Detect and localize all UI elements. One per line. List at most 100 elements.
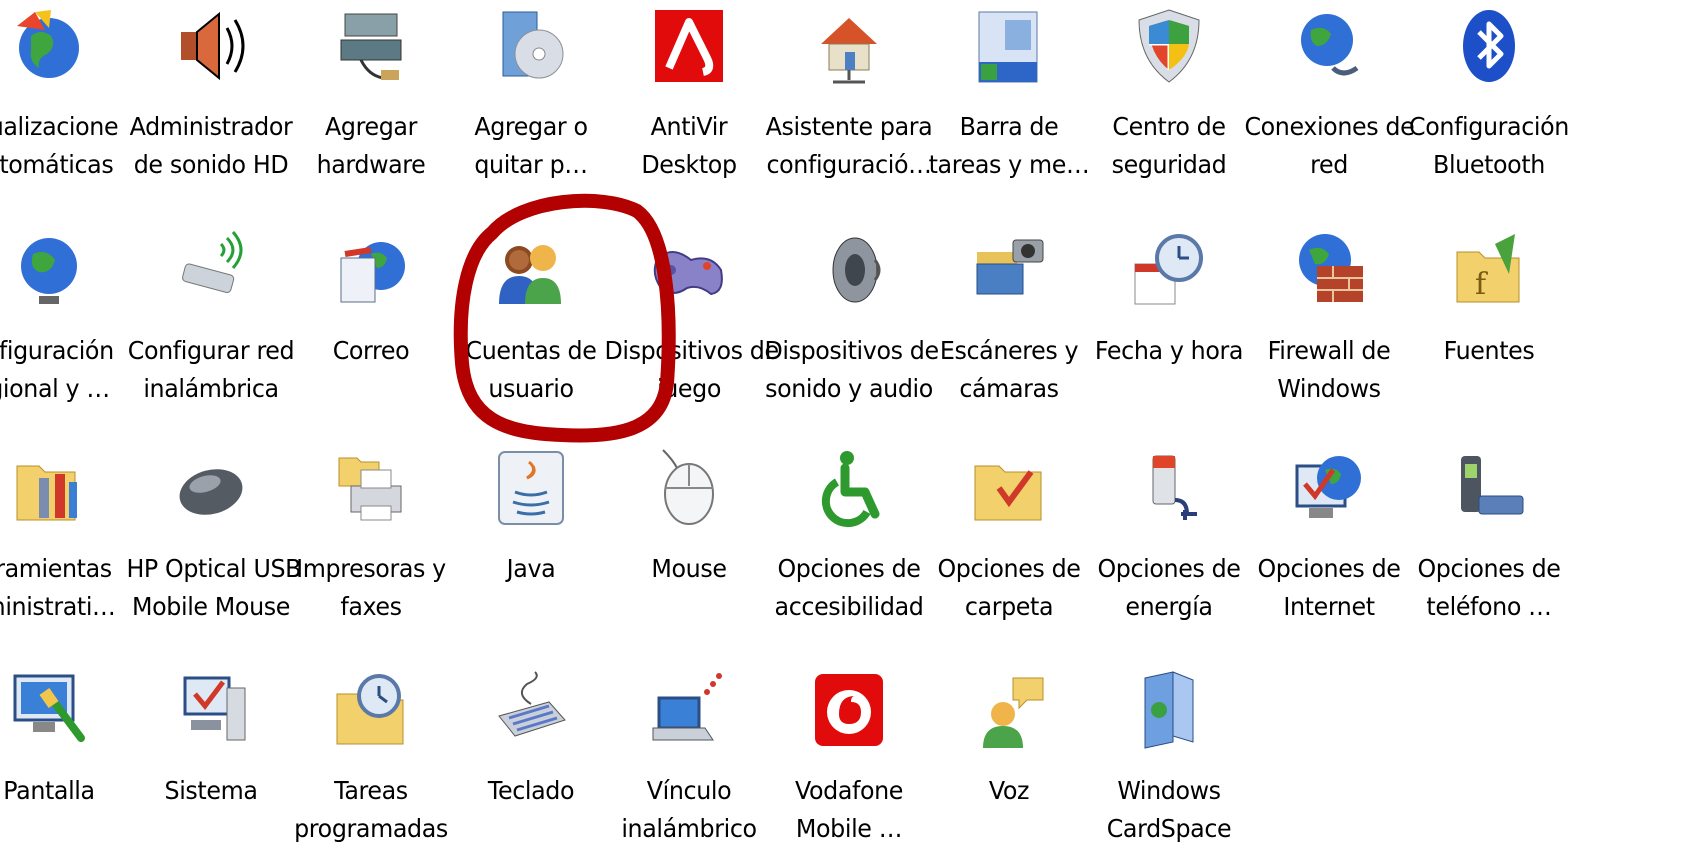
control-panel-icon-grid: tualizacioneutomáticasAdministradorde so… xyxy=(0,0,1682,864)
cpl-item-label: Dispositivos de juego xyxy=(604,336,779,403)
antivir-icon xyxy=(649,6,729,86)
cpl-item-fecha-hora[interactable]: Fecha y hora xyxy=(1080,230,1258,370)
cpl-item-vodafone[interactable]: Vodafone Mobile … xyxy=(760,670,938,848)
cpl-item-herramientas[interactable]: rramientasministrati… xyxy=(0,448,138,626)
optical-mouse-icon xyxy=(171,448,251,528)
cpl-item-pantalla[interactable]: Pantalla xyxy=(0,670,138,810)
cpl-item-label: Teclado xyxy=(487,776,575,805)
cpl-item-label: Opciones de Internet xyxy=(1257,554,1401,621)
cpl-item-hp-mouse[interactable]: HP Optical USB Mobile Mouse xyxy=(122,448,302,626)
cpl-item-label: Mouse xyxy=(651,554,727,583)
cpl-item-label: Asistente para configuració… xyxy=(765,112,933,179)
cpl-item-teclado[interactable]: Teclado xyxy=(442,670,620,810)
firewall-icon xyxy=(1289,230,1369,310)
cpl-item-label: Vodafone Mobile … xyxy=(794,776,904,843)
mail-icon xyxy=(331,230,411,310)
cardspace-icon xyxy=(1129,670,1209,750)
cpl-item-label: tualizacioneutomáticas xyxy=(0,112,119,179)
cpl-item-bluetooth[interactable]: Configuración Bluetooth xyxy=(1400,6,1578,184)
cpl-item-agregar-hardware[interactable]: Agregar hardware xyxy=(282,6,460,184)
cpl-item-centro-seguridad[interactable]: Centro de seguridad xyxy=(1080,6,1258,184)
gamepad-icon xyxy=(649,230,729,310)
cpl-item-config-regional[interactable]: nfiguracióngional y … xyxy=(0,230,138,408)
laptop-wireless-icon xyxy=(649,670,729,750)
cpl-item-label: Opciones de carpeta xyxy=(937,554,1081,621)
cpl-item-carpeta[interactable]: Opciones de carpeta xyxy=(920,448,1098,626)
fonts-folder-icon: f xyxy=(1449,230,1529,310)
cpl-item-label: Opciones de teléfono … xyxy=(1417,554,1561,621)
cpl-item-telefono[interactable]: Opciones de teléfono … xyxy=(1400,448,1578,626)
network-globe-icon xyxy=(1289,6,1369,86)
cpl-item-label: Dispositivos de sonido y audio xyxy=(764,336,939,403)
cpl-item-label: Voz xyxy=(988,776,1030,805)
cpl-item-label: Vínculo inalámbrico xyxy=(621,776,757,843)
cpl-item-actualizaciones[interactable]: tualizacioneutomáticas xyxy=(0,6,138,184)
cpl-item-sonido-hd[interactable]: Administrador de sonido HD xyxy=(122,6,300,184)
cpl-item-impresoras[interactable]: Impresoras y faxes xyxy=(282,448,460,626)
cpl-item-tareas-programadas[interactable]: Tareas programadas xyxy=(282,670,460,848)
display-icon xyxy=(9,670,89,750)
cpl-item-label: Sistema xyxy=(164,776,258,805)
shield-icon xyxy=(1129,6,1209,86)
system-icon xyxy=(171,670,251,750)
cpl-item-label: Tareas programadas xyxy=(294,776,448,843)
accessibility-icon xyxy=(809,448,889,528)
wireless-adapter-icon xyxy=(171,230,251,310)
globe-icon xyxy=(9,230,89,310)
cpl-item-fuentes[interactable]: f Fuentes xyxy=(1400,230,1578,370)
cpl-item-label: HP Optical USB Mobile Mouse xyxy=(126,554,302,621)
speaker-cone-icon xyxy=(809,230,889,310)
cpl-item-label: Conexiones de red xyxy=(1244,112,1415,179)
cpl-item-energia[interactable]: Opciones de energía xyxy=(1080,448,1258,626)
cpl-item-cardspace[interactable]: Windows CardSpace xyxy=(1080,670,1258,848)
taskbar-icon xyxy=(969,6,1049,86)
cpl-item-label: Correo xyxy=(332,336,410,365)
cpl-item-label: Agregar hardware xyxy=(316,112,426,179)
mouse-icon xyxy=(649,448,729,528)
printer-icon xyxy=(331,448,411,528)
scheduled-folder-icon xyxy=(331,670,411,750)
cpl-item-correo[interactable]: Correo xyxy=(282,230,460,370)
cpl-item-barra-tareas[interactable]: Barra de tareas y me… xyxy=(920,6,1098,184)
globe-shield-icon xyxy=(9,6,89,86)
speaker-icon xyxy=(171,6,251,86)
cpl-item-label: Configuración Bluetooth xyxy=(1409,112,1569,179)
cpl-item-label: Fuentes xyxy=(1443,336,1535,365)
cpl-item-label: Centro de seguridad xyxy=(1111,112,1227,179)
cpl-item-label: Firewall de Windows xyxy=(1267,336,1391,403)
cpl-item-sonido-audio[interactable]: Dispositivos de sonido y audio xyxy=(760,230,939,408)
cpl-item-mouse[interactable]: Mouse xyxy=(600,448,778,588)
cpl-item-label: Cuentas de usuario xyxy=(465,336,597,403)
cpl-item-sistema[interactable]: Sistema xyxy=(122,670,300,810)
cpl-item-label: Administrador de sonido HD xyxy=(129,112,293,179)
calendar-clock-icon xyxy=(1129,230,1209,310)
cpl-item-cuentas-usuario[interactable]: Cuentas de usuario xyxy=(442,230,620,408)
cpl-item-label: Windows CardSpace xyxy=(1106,776,1232,843)
cpl-item-vinculo-inalambrico[interactable]: Vínculo inalámbrico xyxy=(600,670,778,848)
cpl-item-agregar-quitar[interactable]: Agregar o quitar p… xyxy=(442,6,620,184)
cpl-item-java[interactable]: Java xyxy=(442,448,620,588)
cpl-item-voz[interactable]: Voz xyxy=(920,670,1098,810)
cpl-item-label: Java xyxy=(506,554,556,583)
cpl-item-label: Impresoras y faxes xyxy=(296,554,446,621)
cpl-item-label: Opciones de energía xyxy=(1097,554,1241,621)
cpl-item-accesibilidad[interactable]: Opciones de accesibilidad xyxy=(760,448,938,626)
cpl-item-antivir[interactable]: AntiVir Desktop xyxy=(600,6,778,184)
bluetooth-icon xyxy=(1449,6,1529,86)
cpl-item-label: Escáneres y cámaras xyxy=(939,336,1079,403)
cpl-item-red-inalambrica[interactable]: Configurar red inalámbrica xyxy=(122,230,300,408)
cpl-item-firewall[interactable]: Firewall de Windows xyxy=(1240,230,1418,408)
cpl-item-label: Configurar red inalámbrica xyxy=(127,336,295,403)
cpl-item-label: Agregar o quitar p… xyxy=(474,112,588,179)
cpl-item-label: rramientasministrati… xyxy=(0,554,116,621)
scanner-camera-icon xyxy=(969,230,1049,310)
cpl-item-label: Barra de tareas y me… xyxy=(928,112,1090,179)
cpl-item-dispositivos-juego[interactable]: Dispositivos de juego xyxy=(600,230,779,408)
cpl-item-asistente[interactable]: Asistente para configuració… xyxy=(760,6,938,184)
cpl-item-conexiones-red[interactable]: Conexiones de red xyxy=(1240,6,1418,184)
cpl-item-escaneres[interactable]: Escáneres y cámaras xyxy=(920,230,1098,408)
keyboard-icon xyxy=(491,670,571,750)
hardware-icon xyxy=(331,6,411,86)
cpl-item-internet[interactable]: Opciones de Internet xyxy=(1240,448,1418,626)
network-house-icon xyxy=(809,6,889,86)
